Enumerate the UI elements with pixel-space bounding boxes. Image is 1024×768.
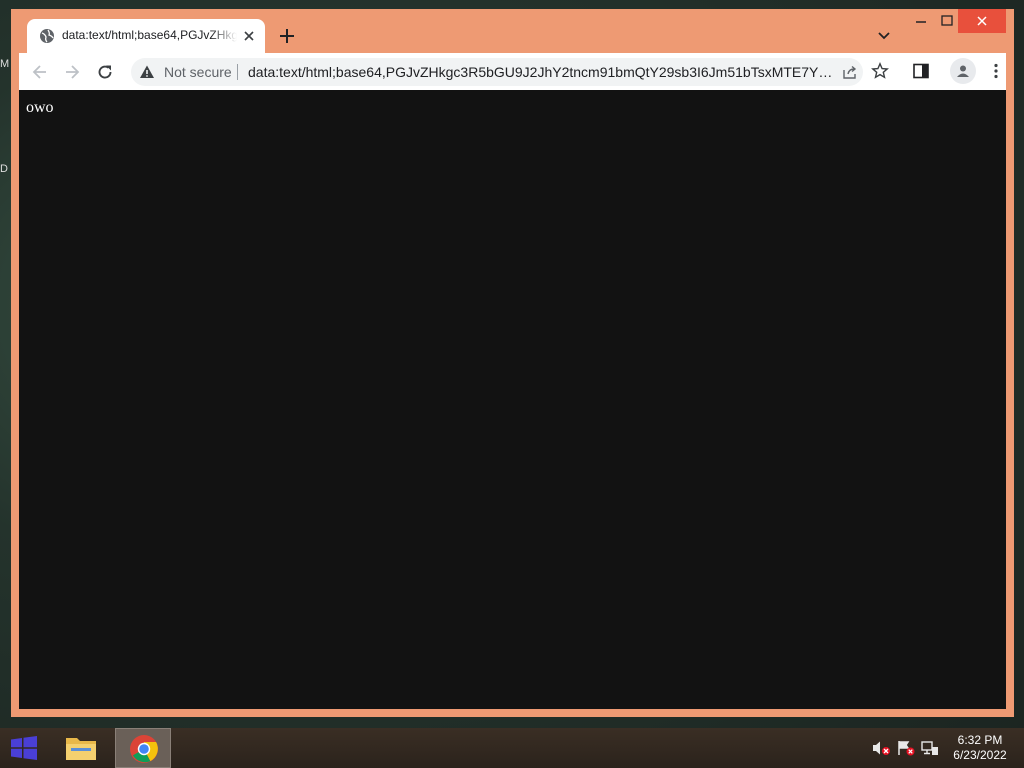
maximize-icon[interactable] <box>937 11 957 31</box>
share-icon[interactable] <box>842 64 858 80</box>
kebab-menu-icon[interactable] <box>987 62 1005 80</box>
warning-icon[interactable] <box>139 64 155 80</box>
clock-date: 6/23/2022 <box>953 748 1007 762</box>
browser-tab[interactable]: data:text/html;base64,PGJvZHkgc3R5bGU9J2… <box>27 19 265 53</box>
windows-start-icon[interactable] <box>10 736 38 760</box>
chevron-down-icon[interactable] <box>876 27 892 43</box>
forward-arrow-icon[interactable] <box>62 62 82 82</box>
system-clock[interactable]: 6:32 PM 6/23/2022 <box>940 733 1020 763</box>
tab-title: data:text/html;base64,PGJvZHkgc3R5bGU9J2… <box>62 28 237 42</box>
action-center-flag-icon[interactable] <box>897 740 915 756</box>
clock-time: 6:32 PM <box>957 733 1003 747</box>
taskbar-file-explorer[interactable] <box>53 728 109 768</box>
new-tab-icon[interactable] <box>277 26 297 46</box>
divider <box>237 64 238 80</box>
close-window-button[interactable] <box>958 9 1006 33</box>
browser-window: data:text/html;base64,PGJvZHkgc3R5bGU9J2… <box>11 9 1014 717</box>
taskbar: 6:32 PM 6/23/2022 <box>0 728 1024 768</box>
page-body-text: owo <box>26 99 54 116</box>
desktop-icon-label: M <box>0 58 10 70</box>
side-panel-icon[interactable] <box>912 62 930 80</box>
url-text[interactable]: data:text/html;base64,PGJvZHkgc3R5bGU9J2… <box>248 64 833 80</box>
back-arrow-icon[interactable] <box>30 62 50 82</box>
desktop-icon-label: D <box>0 163 8 175</box>
globe-icon <box>40 29 54 43</box>
security-label[interactable]: Not secure <box>164 64 232 80</box>
minimize-icon[interactable] <box>911 11 931 31</box>
page-content: owo <box>19 90 1006 709</box>
address-bar[interactable]: Not secure data:text/html;base64,PGJvZHk… <box>131 58 863 86</box>
taskbar-chrome[interactable] <box>115 728 171 768</box>
speaker-muted-icon[interactable] <box>872 740 890 756</box>
title-bar: data:text/html;base64,PGJvZHkgc3R5bGU9J2… <box>11 9 1014 53</box>
folder-icon <box>66 738 96 760</box>
reload-icon[interactable] <box>95 62 115 82</box>
profile-avatar-button[interactable] <box>950 58 976 84</box>
browser-toolbar: Not secure data:text/html;base64,PGJvZHk… <box>19 53 1006 90</box>
star-icon[interactable] <box>871 62 889 80</box>
person-icon <box>957 65 969 77</box>
chrome-icon <box>130 735 158 763</box>
close-icon <box>977 16 987 26</box>
close-tab-icon[interactable] <box>241 28 257 44</box>
network-icon[interactable] <box>921 740 939 756</box>
